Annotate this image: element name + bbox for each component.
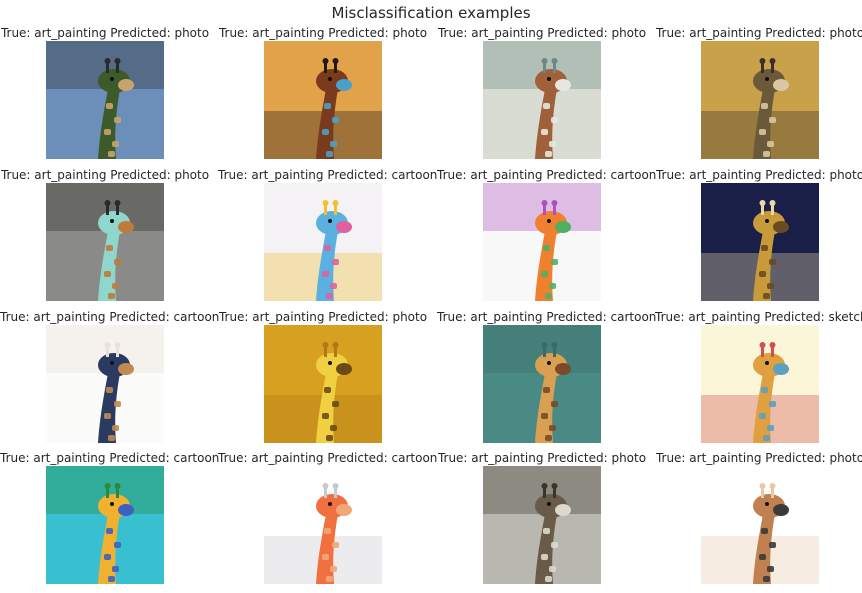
example-image	[701, 41, 819, 159]
example-label: True: art_painting Predicted: cartoon	[218, 451, 438, 465]
giraffe-in-suit-painting-thumbnail	[46, 41, 164, 159]
example-cell: True: art_painting Predicted: photo	[437, 451, 647, 584]
giraffe-golden-sunset-thumbnail	[264, 325, 382, 443]
example-cell: True: art_painting Predicted: photo	[218, 26, 428, 159]
giraffe-dark-background-thumbnail	[701, 183, 819, 301]
example-image	[483, 466, 601, 584]
giraffe-flowers-cartoon-thumbnail	[46, 466, 164, 584]
example-cell: True: art_painting Predicted: photo	[437, 26, 647, 159]
example-image	[46, 466, 164, 584]
example-label: True: art_painting Predicted: cartoon	[437, 168, 657, 182]
example-label: True: art_painting Predicted: cartoon	[0, 451, 220, 465]
example-cell: True: art_painting Predicted: cartoon	[0, 310, 220, 443]
example-image	[483, 325, 601, 443]
example-label: True: art_painting Predicted: photo	[218, 26, 428, 40]
example-label: True: art_painting Predicted: cartoon	[218, 168, 438, 182]
example-label: True: art_painting Predicted: photo	[655, 168, 862, 182]
giraffe-line-art-thumbnail	[701, 325, 819, 443]
example-cell: True: art_painting Predicted: photo	[655, 26, 862, 159]
example-label: True: art_painting Predicted: photo	[655, 26, 862, 40]
example-label: True: art_painting Predicted: photo	[0, 26, 210, 40]
example-cell: True: art_painting Predicted: cartoon	[218, 168, 438, 301]
example-label: True: art_painting Predicted: photo	[437, 451, 647, 465]
example-image	[264, 325, 382, 443]
example-cell: True: art_painting Predicted: cartoon	[218, 451, 438, 584]
savanna-giraffes-painting-thumbnail	[264, 41, 382, 159]
example-cell: True: art_painting Predicted: cartoon	[437, 168, 657, 301]
watercolor-giraffes-thumbnail	[264, 466, 382, 584]
example-image	[46, 183, 164, 301]
example-image	[264, 41, 382, 159]
example-label: True: art_painting Predicted: sketch	[655, 310, 862, 324]
example-label: True: art_painting Predicted: cartoon	[437, 310, 657, 324]
example-cell: True: art_painting Predicted: cartoon	[0, 451, 220, 584]
figure-title: Misclassification examples	[331, 4, 531, 22]
example-image	[483, 183, 601, 301]
example-image	[483, 41, 601, 159]
example-label: True: art_painting Predicted: photo	[218, 310, 428, 324]
giraffe-neck-teal-thumbnail	[483, 325, 601, 443]
example-label: True: art_painting Predicted: cartoon	[0, 310, 220, 324]
example-cell: True: art_painting Predicted: photo	[0, 168, 210, 301]
example-image	[46, 41, 164, 159]
baby-giraffe-balloon-thumbnail	[46, 325, 164, 443]
example-image	[264, 183, 382, 301]
example-image	[701, 466, 819, 584]
example-cell: True: art_painting Predicted: photo	[655, 168, 862, 301]
example-label: True: art_painting Predicted: photo	[655, 451, 862, 465]
example-image	[701, 183, 819, 301]
example-cell: True: art_painting Predicted: photo	[218, 310, 428, 443]
colorful-giraffe-heads-thumbnail	[264, 183, 382, 301]
giraffe-my-giraffe-painting-thumbnail	[483, 41, 601, 159]
example-cell: True: art_painting Predicted: sketch	[655, 310, 862, 443]
giraffe-pair-painting-thumbnail	[701, 41, 819, 159]
giraffe-canvas-on-wall-thumbnail	[46, 183, 164, 301]
example-label: True: art_painting Predicted: photo	[437, 26, 647, 40]
example-cell: True: art_painting Predicted: cartoon	[437, 310, 657, 443]
example-image	[46, 325, 164, 443]
example-image	[264, 466, 382, 584]
example-image	[701, 325, 819, 443]
example-cell: True: art_painting Predicted: photo	[0, 26, 210, 159]
giraffe-grey-painting-thumbnail	[483, 466, 601, 584]
example-cell: True: art_painting Predicted: photo	[655, 451, 862, 584]
example-label: True: art_painting Predicted: photo	[0, 168, 210, 182]
rainbow-giraffes-thumbnail	[483, 183, 601, 301]
giraffe-watercolor-portrait-thumbnail	[701, 466, 819, 584]
